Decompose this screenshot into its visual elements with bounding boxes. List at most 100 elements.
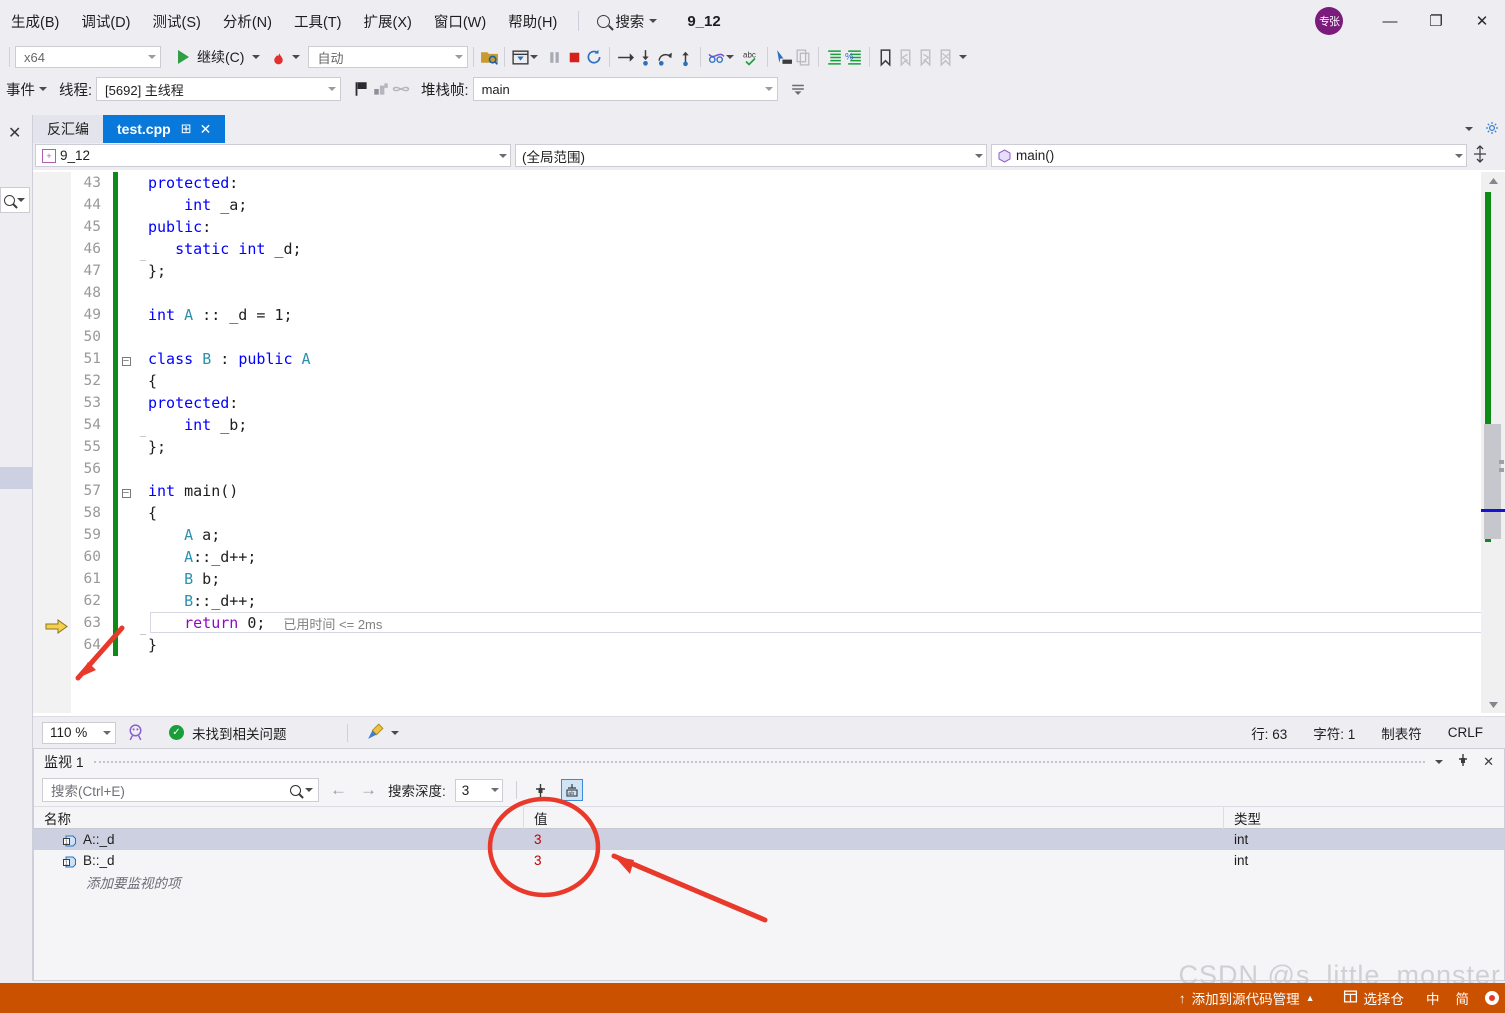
code-line[interactable]: 59 A a; <box>33 524 1505 546</box>
code-line[interactable]: 49 int A :: _d = 1; <box>33 304 1505 326</box>
copy-icon[interactable] <box>793 47 813 67</box>
code-line[interactable]: 45 public: <box>33 216 1505 238</box>
code-line[interactable]: 54 int _b; <box>33 414 1505 436</box>
editor-vertical-scrollbar[interactable] <box>1481 172 1505 713</box>
menu-item-window[interactable]: 窗口(W) <box>423 7 497 36</box>
close-icon[interactable]: ✕ <box>200 121 212 138</box>
chevron-down-icon[interactable] <box>17 198 25 202</box>
pointer-icon[interactable] <box>773 47 793 67</box>
collapse-icon[interactable]: – <box>118 485 134 498</box>
watch-search-input[interactable]: 搜索(Ctrl+E) <box>42 778 319 802</box>
menu-item-tools[interactable]: 工具(T) <box>283 7 353 36</box>
watch-add-item-row[interactable]: 添加要监视的项 <box>34 871 1504 892</box>
code-line[interactable]: 52 { <box>33 370 1505 392</box>
debug-mode-combo[interactable]: 自动 <box>308 46 469 68</box>
watch-row[interactable]: 1 B::_d 3 int <box>34 850 1504 871</box>
zoom-combo[interactable]: 110 % <box>42 721 116 744</box>
issues-label[interactable]: 未找到相关问题 <box>192 723 287 743</box>
code-line[interactable]: 47}; <box>33 260 1505 282</box>
minimize-button[interactable]: — <box>1367 0 1413 42</box>
code-cleanup-icon[interactable] <box>366 722 385 744</box>
chevron-down-icon[interactable] <box>1435 759 1444 764</box>
ime-mode-cn[interactable]: 中 <box>1426 988 1440 1008</box>
show-next-statement-icon[interactable] <box>510 47 530 67</box>
column-header-name[interactable]: 名称 <box>34 806 524 829</box>
code-editor[interactable]: 43 protected: 44 int _a; 45 public: 46 static… <box>33 172 1505 713</box>
code-line[interactable]: 60 A::_d++; <box>33 546 1505 568</box>
abc-check-icon[interactable]: abc <box>742 47 762 67</box>
add-to-source-control-button[interactable]: ↑ 添加到源代码管理 ▲ <box>1173 988 1321 1008</box>
menu-item-analyze[interactable]: 分析(N) <box>212 7 283 36</box>
threads-icon[interactable] <box>371 79 391 99</box>
stackframe-combo[interactable]: main <box>472 77 778 101</box>
watch-name-cell[interactable]: 1 B::_d <box>34 853 524 868</box>
split-view-icon[interactable] <box>1473 145 1487 166</box>
code-line[interactable]: 43 protected: <box>33 172 1505 194</box>
thread-combo[interactable]: [5692] 主线程 <box>96 77 342 101</box>
nav-scope-combo[interactable]: (全局范围) <box>515 144 987 167</box>
code-line[interactable]: 61 B b; <box>33 568 1505 590</box>
code-line[interactable]: 62 B::_d++; <box>33 590 1505 612</box>
chevron-up-icon[interactable]: ▲ <box>1306 993 1315 1003</box>
column-header-type[interactable]: 类型 <box>1224 806 1494 829</box>
watch-row[interactable]: 1 A::_d 3 int <box>34 829 1504 850</box>
platform-combo[interactable]: x64 <box>15 46 161 68</box>
search-next-button[interactable]: → <box>358 780 379 800</box>
code-line[interactable]: 50 <box>33 326 1505 348</box>
tab-test-cpp[interactable]: test.cpp ⊞ ✕ <box>103 115 226 143</box>
scroll-up-button[interactable] <box>1481 172 1505 189</box>
chevron-down-icon[interactable] <box>305 788 313 792</box>
code-line[interactable]: 57 – int main() <box>33 480 1505 502</box>
close-icon[interactable]: ✕ <box>1483 754 1494 770</box>
stop-icon[interactable] <box>564 47 584 67</box>
code-line[interactable]: 51 – class B : public A <box>33 348 1505 370</box>
open-folder-search-icon[interactable] <box>479 47 499 67</box>
tab-disassembly[interactable]: 反汇编 <box>33 115 103 143</box>
code-line[interactable]: 63 return 0; 已用时间 <= 2ms <box>33 612 1505 634</box>
global-search[interactable]: 搜索 <box>589 8 665 35</box>
hex-display-icon[interactable]: ab <box>560 779 583 801</box>
collapse-icon[interactable]: – <box>118 353 134 366</box>
ime-mode-simplified[interactable]: 简 <box>1456 988 1470 1008</box>
chevron-down-icon[interactable] <box>959 55 968 59</box>
chevron-down-icon[interactable] <box>649 19 658 23</box>
code-line[interactable]: 58 { <box>33 502 1505 524</box>
chevron-down-icon[interactable] <box>726 55 735 59</box>
nav-member-combo[interactable]: main() <box>991 144 1467 167</box>
watch-value[interactable]: 3 <box>524 832 1224 847</box>
code-line[interactable]: 53 protected: <box>33 392 1505 414</box>
menu-item-debug[interactable]: 调试(D) <box>70 7 141 36</box>
panel-selected-row[interactable] <box>0 467 33 489</box>
step-out-icon[interactable] <box>675 47 695 67</box>
pin-icon[interactable]: ⊞ <box>181 121 192 137</box>
chevron-down-icon[interactable] <box>252 55 261 59</box>
menu-item-build[interactable]: 生成(B) <box>0 7 70 36</box>
search-prev-button[interactable]: ← <box>328 780 349 800</box>
step-over-arrow-icon[interactable] <box>615 47 635 67</box>
nav-project-combo[interactable]: + 9_12 <box>35 144 511 167</box>
thread-icon[interactable] <box>706 47 726 67</box>
intellisense-icon[interactable] <box>126 722 145 744</box>
chevron-down-icon[interactable] <box>292 55 301 59</box>
code-line[interactable]: 44 int _a; <box>33 194 1505 216</box>
indent-icon[interactable] <box>824 47 844 67</box>
select-repository-button[interactable]: 选择仓 <box>1337 988 1411 1008</box>
scroll-down-button[interactable] <box>1481 696 1505 713</box>
pin-toggle-icon[interactable] <box>530 779 552 801</box>
watch-value[interactable]: 3 <box>524 853 1224 868</box>
notification-icon[interactable] <box>1485 991 1499 1005</box>
find-box-partial[interactable] <box>0 187 30 213</box>
code-line[interactable]: 55}; <box>33 436 1505 458</box>
pause-icon[interactable] <box>544 47 564 67</box>
search-depth-input[interactable]: 3 <box>454 778 503 802</box>
code-line[interactable]: 56 <box>33 458 1505 480</box>
code-line[interactable]: 64} <box>33 634 1505 656</box>
continue-button[interactable]: 继续(C) <box>169 45 264 69</box>
chevron-down-icon[interactable] <box>39 87 47 91</box>
close-icon[interactable]: ✕ <box>8 123 21 143</box>
menu-item-extensions[interactable]: 扩展(X) <box>352 7 422 36</box>
comment-icon[interactable]: % <box>844 47 864 67</box>
gear-icon[interactable] <box>1485 121 1499 138</box>
menu-item-test[interactable]: 测试(S) <box>141 7 211 36</box>
events-label[interactable]: 事件 <box>6 79 35 100</box>
